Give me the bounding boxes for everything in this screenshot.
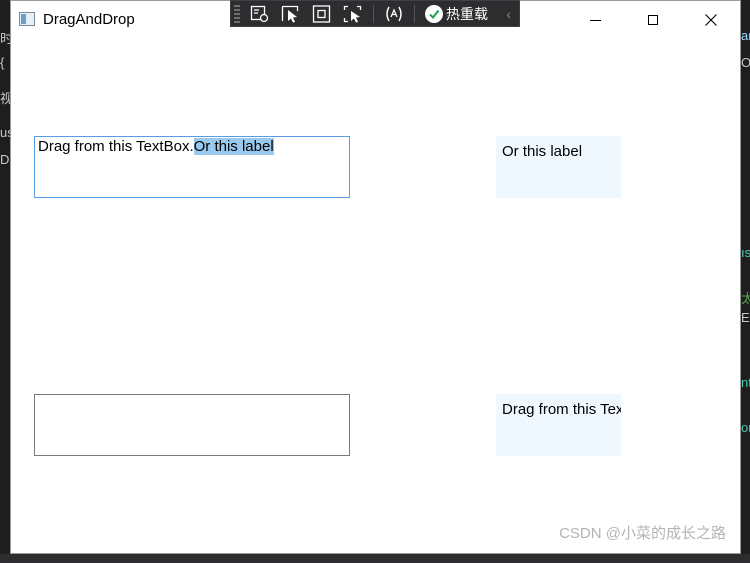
runtime-tools-toolbar: 热重载 ‹	[230, 0, 520, 27]
target-textbox[interactable]	[34, 394, 350, 456]
select-element-button[interactable]	[280, 4, 302, 24]
track-focused-element-button[interactable]	[342, 4, 364, 24]
collapse-toolbar-chevron-icon[interactable]: ‹	[506, 6, 511, 22]
cursor-select-icon	[281, 5, 299, 22]
textbox-selected-text: Or this label	[193, 138, 274, 155]
app-window-icon	[19, 12, 35, 26]
minimize-button[interactable]	[566, 1, 624, 39]
ide-text-fragment: Or	[741, 55, 750, 70]
display-layout-adorners-button[interactable]	[311, 4, 333, 24]
maximize-icon	[648, 15, 658, 25]
hot-reload-check-icon	[425, 4, 443, 23]
adorner-icon	[312, 4, 331, 23]
track-focus-icon	[343, 5, 362, 22]
label-text: Or this label	[502, 143, 583, 160]
live-visual-tree-button[interactable]	[249, 4, 271, 24]
ide-text-fragment: nt	[741, 375, 750, 390]
ide-text-fragment: 时	[0, 31, 10, 46]
toolbar-separator	[414, 4, 415, 23]
ide-background-left	[0, 0, 10, 563]
source-textbox[interactable]: Drag from this TextBox.Or this label	[34, 136, 350, 198]
ide-background-right	[741, 0, 750, 563]
close-icon	[705, 14, 717, 26]
ide-text-fragment: 太	[741, 291, 750, 306]
source-label[interactable]: Or this label	[496, 136, 621, 198]
ide-text-fragment: or	[741, 420, 750, 435]
ide-text-fragment: D	[0, 152, 10, 167]
ide-text-fragment: E	[741, 310, 750, 325]
binding-icon	[386, 6, 402, 21]
minimize-icon	[589, 19, 601, 21]
app-window: DragAndDrop Drag from this TextBox.Or th…	[10, 0, 741, 554]
hot-reload-label[interactable]: 热重载	[446, 4, 488, 24]
binding-failures-button[interactable]	[383, 4, 405, 24]
ide-text-fragment: ıs	[741, 245, 750, 260]
ide-text-fragment: {	[0, 55, 5, 70]
target-label[interactable]: Drag from this TextBox.	[496, 394, 621, 456]
watermark-text: CSDN @小菜的成长之路	[559, 525, 726, 542]
ide-text-fragment: ar	[741, 28, 750, 43]
label-text: Drag from this TextBox.	[502, 401, 621, 418]
ide-text-fragment: 视	[0, 91, 10, 106]
visual-tree-icon	[250, 5, 269, 22]
maximize-button[interactable]	[624, 1, 682, 39]
textbox-text: Drag from this TextBox.	[38, 138, 194, 155]
window-title: DragAndDrop	[43, 11, 135, 28]
ide-status-strip	[0, 554, 750, 563]
ide-text-fragment: us	[0, 125, 10, 140]
toolbar-grip-icon[interactable]	[234, 4, 240, 23]
toolbar-separator	[373, 4, 374, 23]
close-button[interactable]	[682, 1, 740, 39]
